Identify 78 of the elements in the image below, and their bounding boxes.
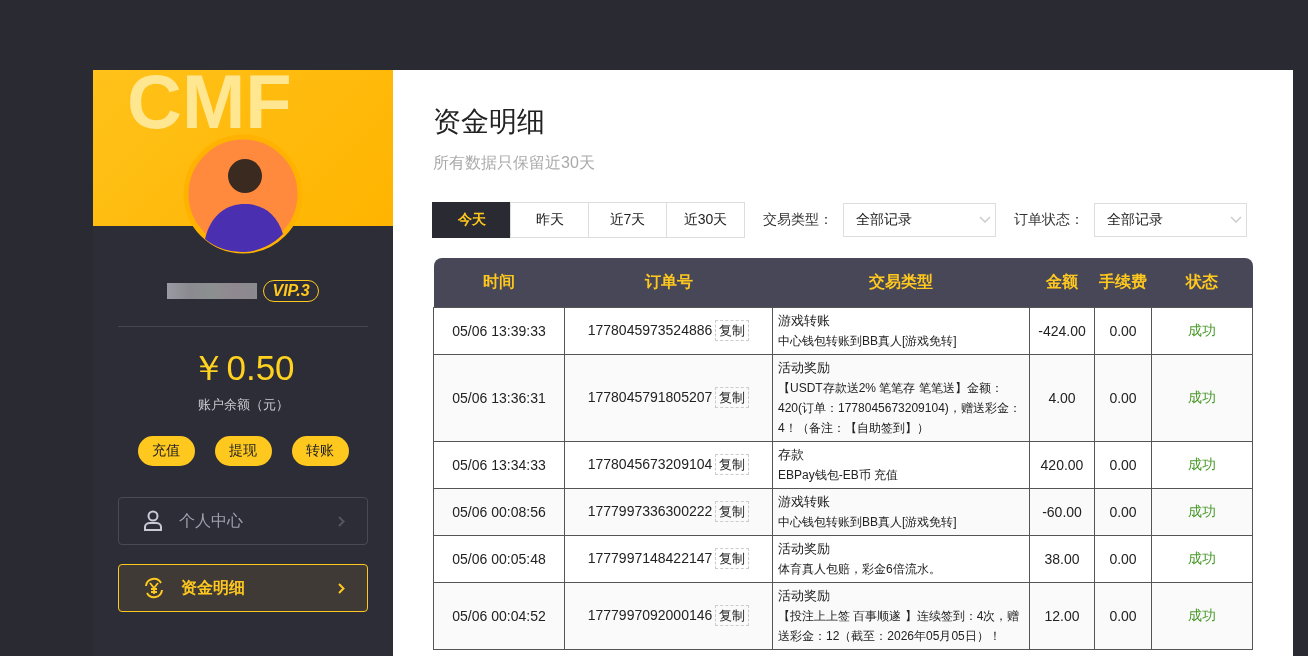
status-cell: 成功 <box>1151 488 1253 536</box>
table-cell: 05/06 13:34:33 <box>433 441 565 489</box>
table-cell: 05/06 00:05:48 <box>433 535 565 583</box>
range-tab[interactable]: 近7天 <box>588 202 667 238</box>
table-cell: 0.00 <box>1094 535 1152 583</box>
table-cell: 38.00 <box>1029 535 1095 583</box>
column-header: 时间 <box>433 258 565 308</box>
chevron-icon <box>338 515 345 527</box>
banner-text: CMF <box>127 70 292 134</box>
transaction-type: 存款 <box>778 447 804 462</box>
status-select[interactable]: 全部记录 <box>1094 203 1247 237</box>
column-header: 金额 <box>1029 258 1095 308</box>
transaction-type: 活动奖励 <box>778 360 830 375</box>
menu-item[interactable]: 个人中心 <box>118 497 368 545</box>
table-cell: 0.00 <box>1094 307 1152 355</box>
copy-button[interactable]: 复制 <box>715 501 750 522</box>
table-cell: 0.00 <box>1094 488 1152 536</box>
filter-label: 交易类型： <box>763 211 833 229</box>
transaction-detail: 【投注上上签 百事顺遂 】连续签到：4次，赠送彩金：12（截至：2026年05月05日）！ <box>778 608 1021 645</box>
order-number: 1777997336300222 <box>587 503 713 519</box>
copy-button[interactable]: 复制 <box>715 548 750 569</box>
chevron-down-icon <box>1230 216 1242 224</box>
transaction-type: 活动奖励 <box>778 541 830 556</box>
table-cell: -60.00 <box>1029 488 1095 536</box>
status-cell: 成功 <box>1151 354 1253 442</box>
column-header: 订单号 <box>564 258 773 308</box>
order-number: 1778045973524886 <box>587 322 713 338</box>
page-subtitle: 所有数据只保留近30天 <box>433 153 596 173</box>
order-number: 1778045673209104 <box>587 456 713 472</box>
transaction-type: 游戏转账 <box>778 494 830 509</box>
page-title: 资金明细 <box>433 105 546 139</box>
status-cell: 成功 <box>1151 535 1253 583</box>
menu-item[interactable]: 资金明细 <box>118 564 368 612</box>
filter-label: 订单状态： <box>1014 211 1084 229</box>
order-number: 1778045791805207 <box>587 389 713 405</box>
column-header: 手续费 <box>1094 258 1152 308</box>
person-icon <box>143 510 163 532</box>
table-cell: 0.00 <box>1094 354 1152 442</box>
transaction-type: 游戏转账 <box>778 313 830 328</box>
status-cell: 成功 <box>1151 441 1253 489</box>
balance-label: 账户余额（元） <box>196 396 290 414</box>
table-cell: 05/06 13:36:31 <box>433 354 565 442</box>
transaction-detail: 中心钱包转账到BB真人[游戏免转] <box>778 514 958 531</box>
action-button[interactable]: 提现 <box>214 436 272 466</box>
table-cell: 0.00 <box>1094 441 1152 489</box>
column-header: 状态 <box>1151 258 1253 308</box>
action-button[interactable]: 转账 <box>291 436 349 466</box>
transaction-detail: EBPay钱包-EB币 充值 <box>778 467 900 484</box>
table-cell: -424.00 <box>1029 307 1095 355</box>
transaction-detail: 中心钱包转账到BB真人[游戏免转] <box>778 333 958 350</box>
copy-button[interactable]: 复制 <box>715 454 750 475</box>
order-number: 1777997148422147 <box>587 550 713 566</box>
action-button[interactable]: 充值 <box>137 436 195 466</box>
yen-cycle-icon <box>143 577 165 599</box>
chevron-icon <box>338 582 345 594</box>
type-select[interactable]: 全部记录 <box>843 203 996 237</box>
status-cell: 成功 <box>1151 582 1253 650</box>
table-cell: 05/06 13:39:33 <box>433 307 565 355</box>
range-tab[interactable]: 今天 <box>432 202 511 238</box>
balance-amount: ￥0.50 <box>190 347 296 389</box>
table-cell: 12.00 <box>1029 582 1095 650</box>
table-cell: 0.00 <box>1094 582 1152 650</box>
order-number: 1777997092000146 <box>587 607 713 623</box>
copy-button[interactable]: 复制 <box>715 605 750 626</box>
transaction-type: 活动奖励 <box>778 588 830 603</box>
transaction-detail: 【USDT存款送2% 笔笔存 笔笔送】金额：420(订单：1778045673209104)，赠送彩金：4！（备注：【自助签到】） <box>778 380 1022 437</box>
status-cell: 成功 <box>1151 307 1253 355</box>
copy-button[interactable]: 复制 <box>715 387 750 408</box>
transaction-detail: 体育真人包赔，彩金6倍流水。 <box>778 561 942 578</box>
table-cell: 05/06 00:04:52 <box>433 582 565 650</box>
table-cell: 420.00 <box>1029 441 1095 489</box>
copy-button[interactable]: 复制 <box>715 320 750 341</box>
chevron-down-icon <box>979 216 991 224</box>
table-cell: 4.00 <box>1029 354 1095 442</box>
range-tab[interactable]: 昨天 <box>510 202 589 238</box>
table-cell: 05/06 00:08:56 <box>433 488 565 536</box>
column-header: 交易类型 <box>772 258 1030 308</box>
range-tab[interactable]: 近30天 <box>666 202 745 238</box>
